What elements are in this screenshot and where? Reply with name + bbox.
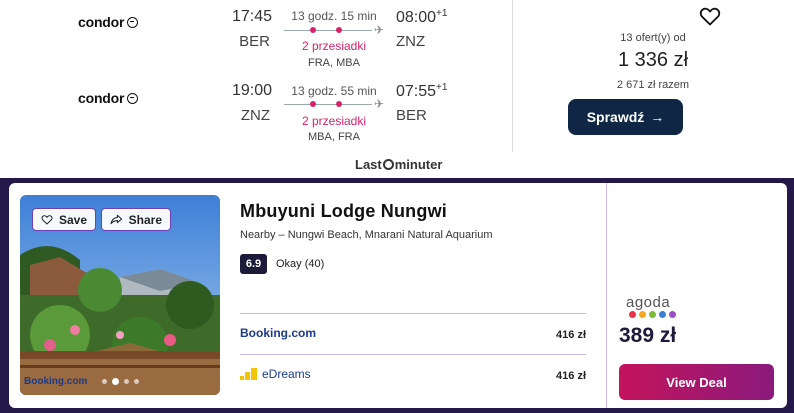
nearby-attractions: Nearby – Nungwi Beach, Mnarani Natural A… [240,229,493,241]
hotel-panel: Save Share Booking.com Mbuyuni Lodge Nun… [0,178,794,413]
flight-card[interactable]: condor 17:45 BER 13 godz. 15 min ✈ 2 prz… [0,0,794,178]
departure-time: 17:45 [232,8,273,25]
outbound-flight-row: condor 17:45 BER 13 godz. 15 min ✈ 2 prz… [0,2,512,82]
arrival-time-value: 08:00 [396,9,437,26]
divider [512,0,513,152]
stopover-airports: MBA, FRA [308,131,360,143]
flight-duration: 13 godz. 15 min [291,9,377,23]
deal-price[interactable]: 416 zł [509,370,586,382]
airline-name: condor [78,90,125,106]
route-line [284,101,372,107]
airline-logo: condor [78,14,139,30]
view-deal-button[interactable]: View Deal [619,364,774,400]
save-label: Save [58,212,87,227]
condor-logo-icon [127,17,139,28]
best-price: 389 zł [619,324,677,347]
offers-count: 13 ofert(y) od [620,32,686,44]
check-button-label: Sprawdź [586,109,645,125]
deal-price[interactable]: 416 zł [509,329,586,341]
provider-logo: Last minuter [355,157,442,172]
agoda-logo: agoda [626,294,671,311]
airline-logo: condor [78,90,139,106]
airline-name: condor [78,14,125,30]
condor-logo-icon [127,93,139,104]
share-label: Share [128,212,162,227]
check-button[interactable]: Sprawdź → [568,99,683,135]
flight-price: 1 336 zł [617,49,689,71]
carousel-dot-active[interactable] [112,378,119,385]
arrival-airport: BER [396,107,427,124]
total-price: 2 671 zł razem [616,79,690,91]
provider-logo-text: minuter [394,157,443,172]
stops-count: 2 przesiadki [301,39,367,53]
heart-icon [41,215,53,225]
departure-airport: ZNZ [240,107,270,124]
share-button[interactable]: Share [101,208,171,231]
plane-icon: ✈ [374,97,385,111]
day-offset: +1 [436,8,448,19]
photo-source-logo: Booking.com [24,376,88,387]
rating-text[interactable]: Okay (40) [276,258,324,270]
plane-icon: ✈ [374,23,385,37]
agoda-logo-dots [629,311,676,318]
departure-time: 19:00 [232,82,273,99]
stop-dot [310,101,316,107]
flight-duration: 13 godz. 55 min [291,84,377,98]
provider-logo-text: Last [355,157,382,172]
stop-dot [336,101,342,107]
hotel-card[interactable]: Save Share Booking.com Mbuyuni Lodge Nun… [9,183,787,408]
deal-provider-edreams[interactable]: eDreams [240,367,311,381]
favorite-button[interactable] [698,4,722,28]
clock-icon [382,159,394,170]
stops-count: 2 przesiadki [301,114,367,128]
arrival-time-value: 07:55 [396,83,437,100]
divider [606,183,607,408]
carousel-dot[interactable] [102,379,107,384]
share-icon [110,214,123,225]
arrival-time: 08:00+1 [396,8,447,27]
inbound-flight-row: condor 19:00 ZNZ 13 godz. 55 min ✈ 2 prz… [0,80,512,160]
route-line [284,27,372,33]
day-offset: +1 [436,82,448,93]
heart-icon [699,7,721,26]
divider [240,313,586,314]
divider [240,354,586,355]
carousel-dots[interactable] [102,378,139,385]
stopover-airports: FRA, MBA [308,57,360,69]
arrival-time: 07:55+1 [396,82,447,101]
hotel-photo[interactable]: Save Share Booking.com [20,195,220,395]
deal-provider-name: eDreams [262,367,311,381]
stop-dot [310,27,316,33]
arrival-airport: ZNZ [396,33,426,50]
save-button[interactable]: Save [32,208,96,231]
carousel-dot[interactable] [134,379,139,384]
rating-score: 6.9 [240,254,267,274]
carousel-dot[interactable] [124,379,129,384]
departure-airport: BER [239,33,270,50]
deal-provider-booking[interactable]: Booking.com [240,326,316,340]
stop-dot [336,27,342,33]
hotel-name[interactable]: Mbuyuni Lodge Nungwi [240,201,447,222]
edreams-logo-icon [240,368,258,380]
arrow-right-icon: → [650,109,665,125]
